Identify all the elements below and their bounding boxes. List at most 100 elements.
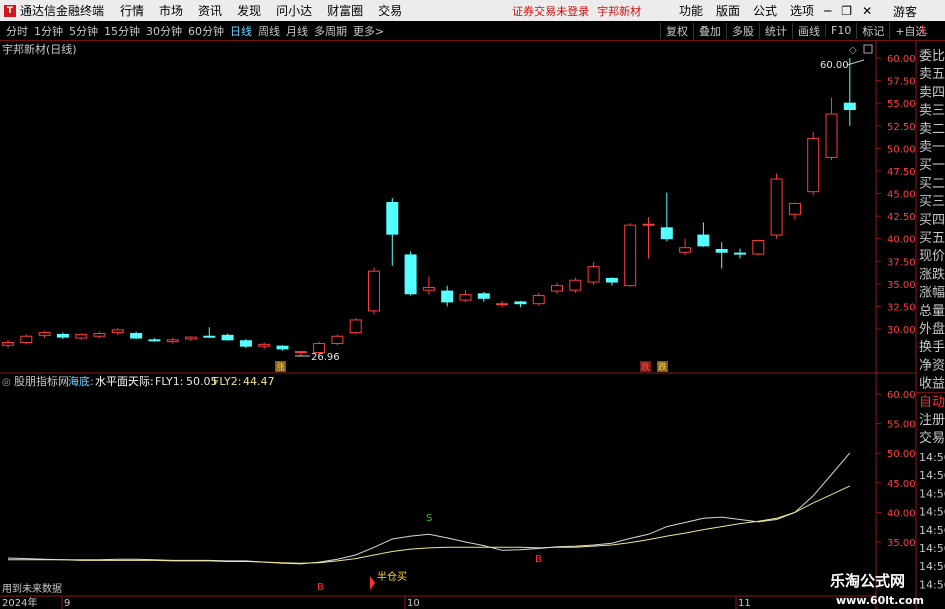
candle-body[interactable] — [843, 102, 856, 110]
candle-body[interactable] — [239, 340, 252, 347]
candle-body[interactable] — [111, 329, 124, 334]
price-tick-label: 47.50 — [887, 167, 916, 178]
indicator-tick-label: 60.00 — [887, 390, 916, 401]
side-tab[interactable]: 交易 — [919, 430, 945, 446]
candle-body[interactable] — [807, 137, 820, 193]
candle-body[interactable] — [551, 285, 563, 292]
candle-body[interactable] — [166, 339, 179, 343]
candle-body[interactable] — [148, 339, 161, 342]
candle-body[interactable] — [825, 113, 838, 158]
candle-body[interactable] — [715, 249, 728, 253]
high-label: 60.00 — [820, 60, 849, 71]
candle-body[interactable] — [221, 334, 234, 341]
candle-body[interactable] — [203, 335, 216, 338]
candle-body[interactable] — [788, 202, 801, 215]
marker-2: 跌 — [641, 362, 650, 373]
side-tab[interactable]: 委比 — [919, 49, 945, 64]
time-axis-month-9: 9 — [64, 598, 70, 609]
candle-body[interactable] — [258, 343, 271, 347]
side-tab[interactable]: 现价 — [919, 249, 945, 264]
indicator-tick-label: 50.00 — [887, 449, 916, 460]
candle-body[interactable] — [276, 345, 289, 350]
candle-body[interactable] — [331, 335, 344, 344]
side-tab[interactable]: 卖四 — [919, 85, 945, 100]
side-tab[interactable]: 买五 — [919, 231, 945, 246]
candle-body[interactable] — [514, 301, 527, 305]
side-time: 14:56 — [919, 560, 945, 573]
pane-menu-icon[interactable] — [863, 44, 873, 54]
marker-3: 跌 — [658, 362, 667, 373]
side-quote-panel: 委比卖五卖四卖三卖二卖一买一买二买三买四买五现价涨跌涨幅总量外盘换手净资收益自动… — [916, 49, 945, 591]
side-tab[interactable]: 买二 — [919, 176, 945, 191]
main-chart-title: 宇邦新材(日线) — [2, 42, 77, 56]
side-tab[interactable]: 卖三 — [919, 104, 945, 119]
candle-body[interactable] — [93, 333, 106, 337]
legend-fly2-value: 44.47 — [243, 375, 275, 388]
candle-body[interactable] — [130, 333, 143, 339]
candle-body[interactable] — [294, 351, 307, 354]
indicator-tick-label: 55.00 — [887, 420, 916, 431]
indicator-title: 股朋指标网 — [14, 374, 69, 388]
candle-body[interactable] — [349, 319, 362, 334]
candle-body[interactable] — [734, 252, 746, 255]
side-tab[interactable]: 买三 — [919, 195, 945, 210]
candle-body[interactable] — [624, 224, 637, 287]
candle-body[interactable] — [404, 254, 417, 295]
side-tab[interactable]: 卖五 — [919, 67, 945, 82]
future-data-note: 用到未来数据 — [2, 582, 62, 595]
side-tab[interactable]: 注册 — [919, 413, 945, 428]
side-tab[interactable]: 卖二 — [919, 122, 945, 137]
price-tick-label: 45.00 — [887, 190, 916, 201]
candle-body[interactable] — [697, 234, 710, 247]
indicator-tick-label: 35.00 — [887, 538, 916, 549]
side-tab[interactable]: 收益 — [919, 377, 945, 392]
price-tick-label: 40.00 — [887, 235, 916, 246]
candle-body[interactable] — [496, 303, 509, 306]
diamond-icon[interactable]: ◇ — [849, 45, 857, 56]
side-tab[interactable]: 买一 — [919, 158, 945, 173]
side-tab[interactable]: 总量 — [919, 304, 945, 319]
candle-body[interactable] — [368, 270, 380, 312]
candle-body[interactable] — [422, 286, 435, 291]
candle-body[interactable] — [642, 223, 655, 226]
price-axis: 60.00 57.50 55.00 52.50 50.00 47.50 45.00 42.50… — [876, 54, 916, 336]
signal-half-buy: 半仓买 — [377, 570, 407, 583]
candle-body[interactable] — [679, 247, 692, 253]
chart-canvas: 宇邦新材(日线) ◇ 60.00 57.50 55.00 52.50 50.00 47.5… — [0, 40, 945, 609]
candle-body[interactable] — [569, 279, 582, 291]
candle-body[interactable] — [56, 333, 69, 338]
candle-body[interactable] — [587, 266, 600, 283]
candle-body[interactable] — [770, 178, 783, 236]
side-tab[interactable]: 涨幅 — [919, 286, 945, 301]
side-tab[interactable]: 外盘 — [919, 321, 945, 337]
candle-body[interactable] — [38, 332, 51, 336]
price-tick-label: 55.00 — [887, 99, 916, 110]
signal-b2: B — [535, 554, 542, 565]
side-tab[interactable]: 自动 — [919, 395, 945, 410]
candle-body[interactable] — [605, 277, 618, 283]
price-tick-label: 37.50 — [887, 257, 916, 268]
candle-body[interactable] — [660, 227, 673, 240]
indicator-tick-label: 40.00 — [887, 508, 916, 519]
candle-body[interactable] — [752, 239, 765, 255]
candle-body[interactable] — [459, 294, 472, 301]
indicator-tick-label: 45.00 — [887, 479, 916, 490]
side-tab[interactable]: 买四 — [919, 213, 945, 228]
side-tab[interactable]: 净资 — [919, 358, 945, 373]
side-tab[interactable]: 涨跌 — [919, 266, 945, 282]
side-tab[interactable]: 卖一 — [919, 140, 945, 155]
candle-body[interactable] — [386, 202, 399, 235]
candle-body[interactable] — [477, 293, 490, 299]
price-tick-label: 50.00 — [887, 144, 916, 155]
candle-body[interactable] — [532, 295, 545, 305]
legend-sky: 天际: — [128, 375, 154, 388]
candle-body[interactable] — [2, 342, 14, 346]
side-tab[interactable]: 换手 — [919, 340, 945, 355]
price-tick-label: 35.00 — [887, 280, 916, 291]
candle-body[interactable] — [75, 333, 88, 339]
candle-body[interactable] — [185, 336, 197, 340]
side-time: 14:56 — [919, 487, 945, 500]
candle-body[interactable] — [441, 290, 454, 303]
side-time: 14:56 — [919, 469, 945, 482]
candle-body[interactable] — [20, 335, 33, 344]
